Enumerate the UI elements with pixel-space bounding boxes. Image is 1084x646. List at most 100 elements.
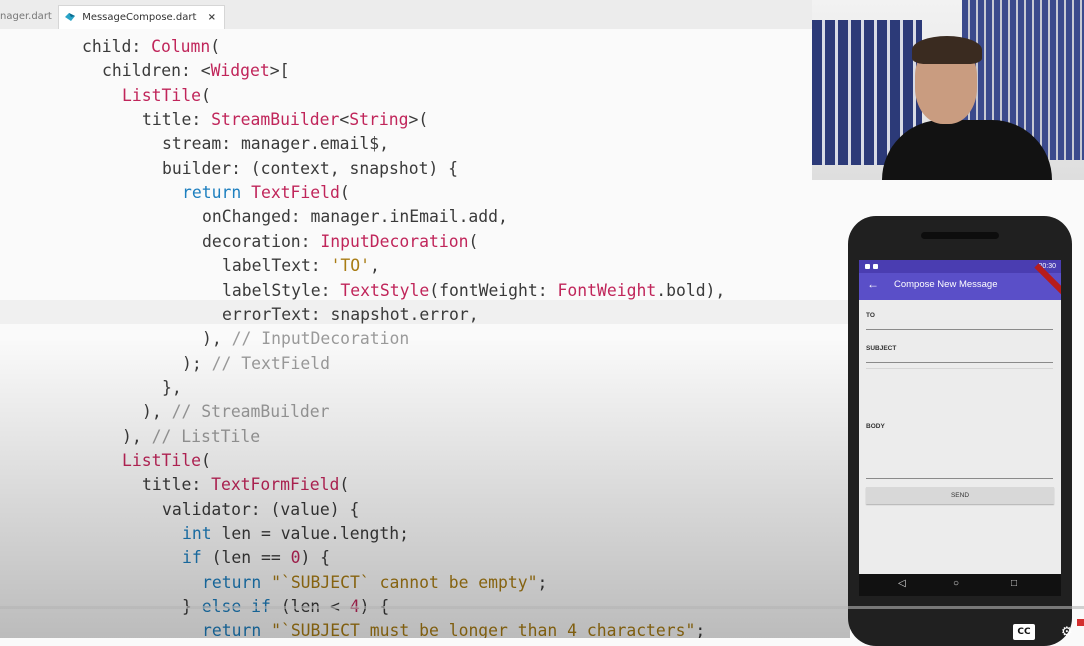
code-editor[interactable]: child: Column(children: <Widget>[ListTil…: [0, 29, 850, 638]
tab-manager-dart[interactable]: nager.dart: [0, 6, 52, 28]
editor-tab-bar: nager.dart MessageCompose.dart ×: [0, 0, 812, 30]
code-token: <: [200, 61, 211, 81]
code-token: <: [339, 110, 350, 130]
android-nav-bar: ◁ ○ □: [859, 574, 1061, 596]
code-token: title:: [142, 110, 212, 130]
code-token: TextStyle: [340, 280, 430, 300]
code-line: return "`SUBJECT must be longer than 4 c…: [202, 619, 705, 638]
code-token: return: [182, 183, 252, 203]
code-token: String: [349, 110, 409, 130]
code-token: errorText: snapshot.error,: [222, 304, 479, 324]
code-token: TextFormField: [211, 475, 340, 495]
code-token: Widget: [210, 61, 270, 81]
tab-label: nager.dart: [0, 11, 52, 22]
code-line: int len = value.length;: [182, 522, 409, 546]
code-token: onChanged: manager.inEmail.add,: [202, 207, 508, 227]
code-line: ListTile(: [122, 449, 211, 473]
to-field-label: TO: [866, 312, 875, 319]
code-token: labelStyle:: [222, 280, 341, 300]
android-emulator: 20:30 ← Compose New Message TO SUBJECT B…: [848, 216, 1072, 646]
code-token: ;: [537, 572, 548, 592]
presenter-hair: [912, 36, 982, 64]
code-token: ),: [122, 426, 152, 446]
code-token: labelText:: [222, 256, 331, 276]
status-bar: 20:30: [859, 260, 1061, 273]
code-token: "`SUBJECT must be longer than 4 characte…: [271, 621, 696, 638]
code-line: child: Column(: [82, 35, 220, 59]
code-token: // ListTile: [151, 426, 261, 446]
tab-label: MessageCompose.dart: [82, 12, 197, 23]
subject-field[interactable]: [866, 362, 1053, 363]
code-token: },: [162, 377, 182, 397]
code-token: children:: [102, 61, 201, 81]
code-line: ListTile(: [122, 84, 211, 108]
to-field[interactable]: [866, 329, 1053, 330]
code-token: title:: [142, 475, 212, 495]
code-token: ListTile: [122, 450, 201, 470]
code-token: return: [202, 572, 272, 592]
tab-message-compose-dart[interactable]: MessageCompose.dart ×: [58, 5, 225, 30]
app-bar: ← Compose New Message: [859, 263, 1061, 300]
webcam-overlay: [812, 0, 1084, 180]
emulator-screen: 20:30 ← Compose New Message TO SUBJECT B…: [859, 260, 1061, 596]
subject-field-label: SUBJECT: [866, 345, 897, 352]
code-token: validator: (value) {: [162, 499, 360, 519]
code-token: (: [339, 475, 350, 495]
code-token: ;: [695, 621, 706, 638]
code-line: return TextField(: [182, 181, 350, 205]
code-token: stream: manager.email$,: [162, 134, 389, 154]
body-field[interactable]: [866, 478, 1053, 479]
code-token: 'TO': [330, 256, 371, 276]
send-button[interactable]: SEND: [866, 487, 1054, 504]
code-token: len = value.length;: [221, 524, 409, 543]
close-tab-icon[interactable]: ×: [208, 12, 216, 23]
code-token: if: [182, 548, 212, 568]
code-token: ) {: [300, 548, 331, 568]
code-line: if (len == 0) {: [182, 546, 330, 570]
code-token: );: [182, 353, 212, 373]
notification-icon: [873, 264, 878, 269]
code-token: child:: [82, 37, 152, 56]
code-line: labelStyle: TextStyle(fontWeight: FontWe…: [222, 279, 725, 303]
code-token: >[: [269, 61, 290, 81]
code-token: FontWeight: [557, 280, 657, 300]
code-line: errorText: snapshot.error,: [222, 303, 479, 327]
code-line: onChanged: manager.inEmail.add,: [202, 205, 508, 229]
nav-back-icon[interactable]: ◁: [898, 578, 906, 589]
code-token: // StreamBuilder: [171, 402, 330, 422]
code-token: "`SUBJECT` cannot be empty": [271, 572, 538, 592]
arrow-left-icon[interactable]: ←: [867, 277, 879, 291]
settings-gear-icon[interactable]: ⚙: [1062, 621, 1072, 640]
code-token: (: [339, 183, 350, 203]
code-token: TextField: [251, 183, 340, 203]
code-line: ), // StreamBuilder: [142, 400, 330, 424]
code-line: title: StreamBuilder<String>(: [142, 108, 428, 132]
code-line: children: <Widget>[: [102, 59, 290, 83]
body-field-label: BODY: [866, 423, 885, 430]
code-token: int: [182, 524, 222, 543]
code-token: 0: [290, 548, 301, 568]
code-token: (: [200, 450, 211, 470]
code-token: Column: [151, 37, 211, 56]
code-token: (: [200, 85, 211, 105]
code-line: stream: manager.email$,: [162, 132, 389, 156]
code-line: validator: (value) {: [162, 498, 359, 522]
code-line: ); // TextField: [182, 352, 330, 376]
code-token: (fontWeight:: [429, 280, 558, 300]
code-token: // TextField: [211, 353, 331, 373]
code-line: builder: (context, snapshot) {: [162, 157, 458, 181]
app-title: Compose New Message: [894, 279, 998, 290]
code-token: ,: [370, 256, 380, 276]
code-token: .bold),: [656, 280, 726, 300]
code-token: decoration:: [202, 231, 321, 251]
code-token: (: [468, 231, 479, 251]
code-line: return "`SUBJECT` cannot be empty";: [202, 571, 547, 595]
nav-recent-icon[interactable]: □: [1011, 578, 1017, 589]
code-token: StreamBuilder: [211, 110, 340, 130]
nav-home-icon[interactable]: ○: [953, 578, 959, 589]
code-line: decoration: InputDecoration(: [202, 230, 478, 254]
code-token: InputDecoration: [320, 231, 469, 251]
code-token: ),: [142, 402, 172, 422]
code-line: labelText: 'TO',: [222, 254, 380, 278]
video-progress-bar[interactable]: [0, 606, 1084, 609]
